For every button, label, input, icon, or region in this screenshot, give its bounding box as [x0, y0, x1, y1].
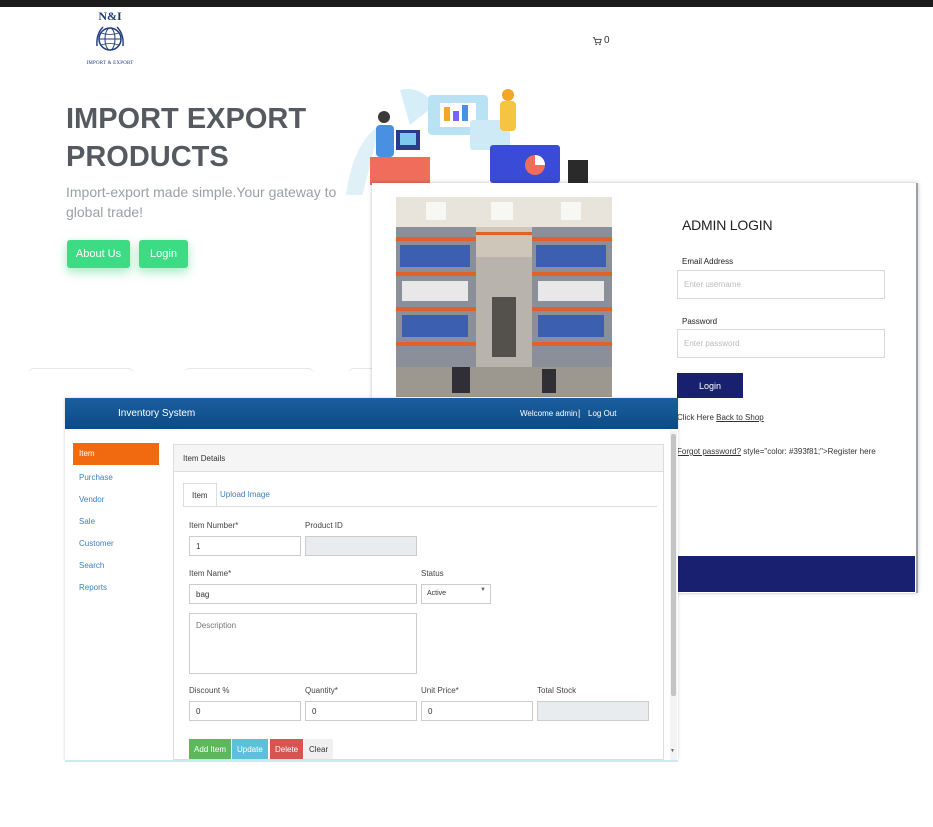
hero-login-button[interactable]: Login: [139, 240, 188, 268]
item-name-field[interactable]: [189, 584, 417, 604]
discount-label: Discount %: [189, 686, 230, 695]
cart-button[interactable]: 0: [592, 35, 610, 46]
forgot-register-line: Forgot password? style="color: #393f81;"…: [677, 447, 876, 456]
clear-button[interactable]: Clear: [304, 739, 334, 759]
item-number-field[interactable]: [189, 536, 301, 556]
item-details-panel: Item Details Item Upload Image Item Numb…: [173, 444, 664, 760]
total-stock-label: Total Stock: [537, 686, 577, 695]
inventory-bottom-edge: [65, 760, 678, 762]
sidebar-item-reports[interactable]: Reports: [73, 577, 159, 597]
back-prefix: Click Here: [677, 413, 714, 422]
warehouse-photo: [396, 197, 612, 397]
inventory-window: Inventory System Welcome admin | Log Out…: [65, 398, 678, 760]
hero-title: IMPORT EXPORT PRODUCTS: [66, 103, 307, 173]
card-stub-2: [184, 368, 314, 380]
sidebar-item-item[interactable]: Item: [73, 443, 159, 465]
logo-subtitle: IMPORT & EXPORT: [86, 61, 134, 66]
header-separator: |: [578, 408, 581, 418]
register-text[interactable]: style="color: #393f81;">Register here: [741, 447, 875, 456]
company-logo[interactable]: N&I IMPORT & EXPORT: [82, 10, 138, 72]
password-field[interactable]: [677, 329, 885, 358]
product-id-field: [305, 536, 417, 556]
email-label: Email Address: [682, 257, 734, 266]
status-value: Active: [427, 590, 447, 597]
hero-subtitle: Import-export made simple.Your gateway t…: [66, 184, 337, 220]
sidebar-item-sale[interactable]: Sale: [73, 511, 159, 531]
unit-price-label: Unit Price*: [421, 686, 459, 695]
cart-count: 0: [604, 35, 610, 46]
discount-field[interactable]: [189, 701, 301, 721]
inventory-brand[interactable]: Inventory System: [118, 408, 195, 419]
delete-button[interactable]: Delete: [270, 739, 304, 759]
welcome-text: Welcome admin: [520, 409, 578, 418]
back-to-shop-line: Click Here Back to Shop: [677, 413, 764, 422]
logout-link[interactable]: Log Out: [588, 409, 616, 418]
status-label: Status: [421, 569, 444, 578]
tab-divider: [183, 506, 657, 507]
sidebar-item-vendor[interactable]: Vendor: [73, 489, 159, 509]
quantity-label: Quantity*: [305, 686, 338, 695]
admin-login-button[interactable]: Login: [677, 373, 743, 398]
scroll-down-icon[interactable]: ▼: [670, 748, 675, 754]
logo-title: N&I: [98, 9, 122, 23]
status-select[interactable]: Active ▼: [421, 584, 491, 604]
sidebar-item-purchase[interactable]: Purchase: [73, 467, 159, 487]
globe-icon: [96, 26, 124, 51]
sidebar-item-search[interactable]: Search: [73, 555, 159, 575]
product-id-label: Product ID: [305, 521, 343, 530]
back-to-shop-link[interactable]: Back to Shop: [716, 413, 764, 422]
inventory-header: Inventory System Welcome admin | Log Out: [65, 398, 678, 429]
total-stock-field: [537, 701, 649, 721]
email-field[interactable]: [677, 270, 885, 299]
top-bar: [0, 0, 933, 7]
caret-down-icon: ▼: [480, 587, 486, 593]
about-us-button[interactable]: About Us: [67, 240, 130, 268]
admin-login-title: ADMIN LOGIN: [682, 217, 773, 233]
cart-icon: [592, 36, 602, 45]
quantity-field[interactable]: [305, 701, 417, 721]
password-label: Password: [682, 317, 718, 326]
scrollbar-thumb[interactable]: [671, 434, 676, 696]
add-item-button[interactable]: Add Item: [189, 739, 232, 759]
tab-upload-image[interactable]: Upload Image: [212, 483, 278, 507]
update-button[interactable]: Update: [232, 739, 268, 759]
description-field[interactable]: [189, 613, 417, 674]
card-stub-1: [28, 368, 134, 380]
panel-title: Item Details: [174, 445, 663, 472]
forgot-password-link[interactable]: Forgot password?: [677, 447, 741, 456]
login-footer: [678, 556, 915, 592]
item-name-label: Item Name*: [189, 569, 232, 578]
unit-price-field[interactable]: [421, 701, 533, 721]
hero-illustration: [346, 89, 588, 195]
sidebar-item-customer[interactable]: Customer: [73, 533, 159, 553]
item-number-label: Item Number*: [189, 521, 239, 530]
